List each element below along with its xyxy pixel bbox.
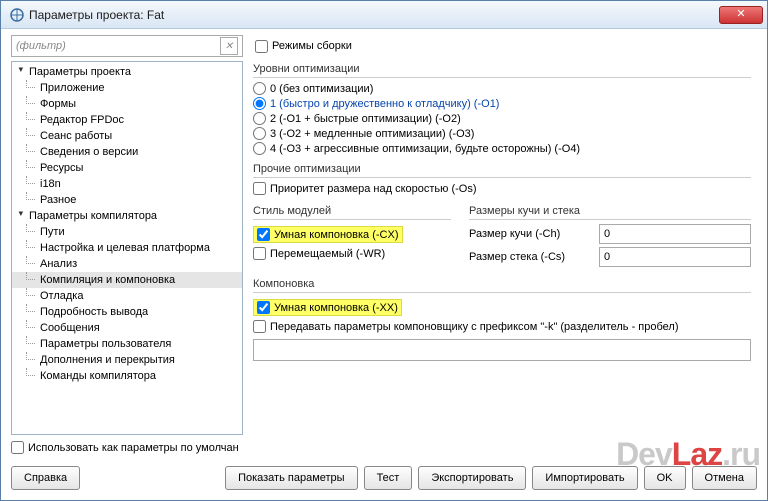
- tree-group-project[interactable]: Параметры проекта: [12, 64, 242, 80]
- tree-item[interactable]: Приложение: [12, 80, 242, 96]
- link-params-input[interactable]: [253, 339, 751, 361]
- test-button[interactable]: Тест: [364, 466, 413, 490]
- tree-item[interactable]: Сообщения: [12, 320, 242, 336]
- tree-item[interactable]: Подробность вывода: [12, 304, 242, 320]
- heap-label: Размер кучи (-Ch): [469, 228, 593, 240]
- heap-input[interactable]: [599, 224, 751, 244]
- filter-input[interactable]: (фильтр) ✕: [11, 35, 243, 57]
- group-heap: Размеры кучи и стека: [469, 205, 751, 220]
- opt-o3[interactable]: 3 (-O2 + медленные оптимизации) (-O3): [253, 127, 751, 140]
- export-button[interactable]: Экспортировать: [418, 466, 526, 490]
- tree-item[interactable]: Параметры пользователя: [12, 336, 242, 352]
- group-opt-levels: Уровни оптимизации: [253, 63, 751, 78]
- opt-o1[interactable]: 1 (быстро и дружественно к отладчику) (-…: [253, 97, 751, 110]
- tree-item[interactable]: Ресурсы: [12, 160, 242, 176]
- nav-tree[interactable]: Параметры проекта Приложение Формы Редак…: [11, 61, 243, 435]
- tree-item-selected[interactable]: Компиляция и компоновка: [12, 272, 242, 288]
- show-params-button[interactable]: Показать параметры: [225, 466, 358, 490]
- filter-clear-icon[interactable]: ✕: [220, 37, 238, 55]
- tree-item[interactable]: Дополнения и перекрытия: [12, 352, 242, 368]
- stack-label: Размер стека (-Cs): [469, 251, 593, 263]
- import-button[interactable]: Импортировать: [532, 466, 637, 490]
- link-smart-xx[interactable]: Умная компоновка (-XX): [253, 299, 402, 316]
- button-bar: Справка Показать параметры Тест Экспорти…: [1, 460, 767, 500]
- tree-item[interactable]: Сеанс работы: [12, 128, 242, 144]
- build-modes-checkbox[interactable]: Режимы сборки: [255, 40, 352, 53]
- unit-smart-cx[interactable]: Умная компоновка (-CX): [253, 226, 403, 243]
- tree-item[interactable]: Сведения о версии: [12, 144, 242, 160]
- tree-item[interactable]: i18n: [12, 176, 242, 192]
- tree-item[interactable]: Анализ: [12, 256, 242, 272]
- help-button[interactable]: Справка: [11, 466, 80, 490]
- tree-item[interactable]: Команды компилятора: [12, 368, 242, 384]
- opt-size[interactable]: Приоритет размера над скоростью (-Os): [253, 182, 751, 195]
- ok-button[interactable]: OK: [644, 466, 686, 490]
- tree-item[interactable]: Настройка и целевая платформа: [12, 240, 242, 256]
- group-other-opt: Прочие оптимизации: [253, 163, 751, 178]
- group-linking: Компоновка: [253, 278, 751, 293]
- cancel-button[interactable]: Отмена: [692, 466, 757, 490]
- opt-o4[interactable]: 4 (-O3 + агрессивные оптимизации, будьте…: [253, 142, 751, 155]
- use-as-default-label: Использовать как параметры по умолчан: [28, 442, 239, 454]
- filter-placeholder: (фильтр): [16, 40, 220, 52]
- titlebar: Параметры проекта: Fat ✕: [1, 1, 767, 29]
- tree-group-compiler[interactable]: Параметры компилятора: [12, 208, 242, 224]
- tree-item[interactable]: Редактор FPDoc: [12, 112, 242, 128]
- opt-o0[interactable]: 0 (без оптимизации): [253, 82, 751, 95]
- tree-item[interactable]: Отладка: [12, 288, 242, 304]
- stack-input[interactable]: [599, 247, 751, 267]
- link-pass-k[interactable]: Передавать параметры компоновщику с преф…: [253, 320, 751, 333]
- group-unit-style: Стиль модулей: [253, 205, 451, 220]
- window-title: Параметры проекта: Fat: [29, 8, 719, 22]
- tree-item[interactable]: Формы: [12, 96, 242, 112]
- unit-reloc-wr[interactable]: Перемещаемый (-WR): [253, 247, 451, 260]
- opt-o2[interactable]: 2 (-O1 + быстрые оптимизации) (-O2): [253, 112, 751, 125]
- tree-item[interactable]: Пути: [12, 224, 242, 240]
- use-as-default-checkbox[interactable]: [11, 441, 24, 454]
- close-button[interactable]: ✕: [719, 6, 763, 24]
- app-icon: [9, 7, 25, 23]
- tree-item[interactable]: Разное: [12, 192, 242, 208]
- settings-panel: Уровни оптимизации 0 (без оптимизации) 1…: [253, 61, 757, 435]
